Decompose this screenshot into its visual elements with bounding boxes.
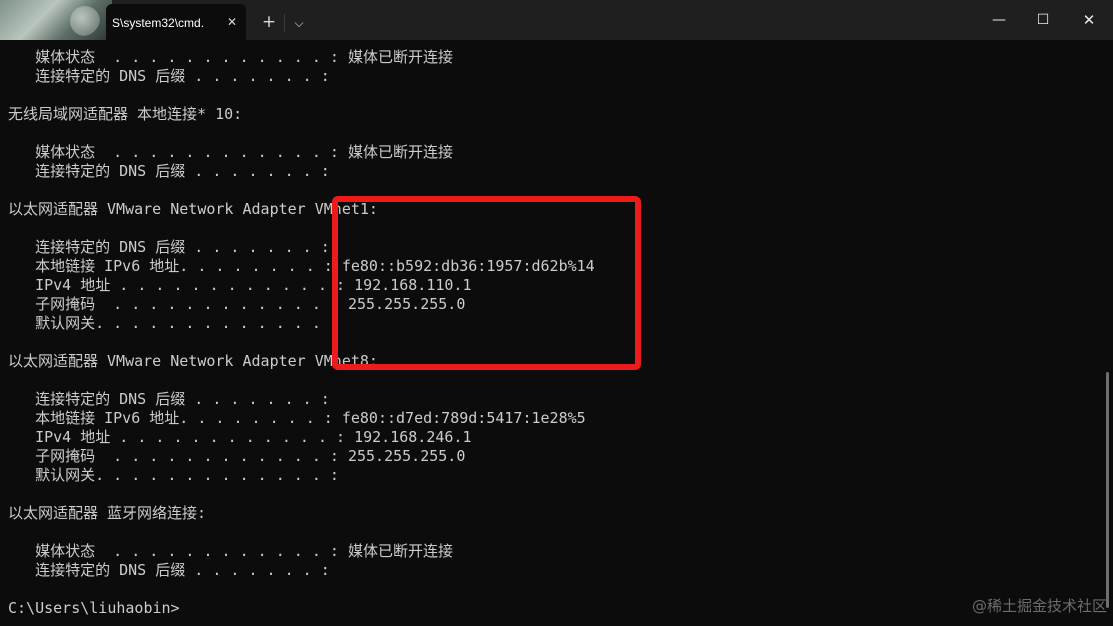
console-line: 本地链接 IPv6 地址. . . . . . . . : fe80::d7ed… [8,409,586,427]
tab-divider [284,14,285,32]
console-line: 媒体状态 . . . . . . . . . . . . : 媒体已断开连接 [8,542,453,560]
maximize-icon[interactable]: ☐ [1020,4,1066,36]
command-prompt: C:\Users\liuhaobin> [8,599,180,617]
scrollbar-thumb[interactable] [1106,372,1109,608]
console-line: 默认网关. . . . . . . . . . . . . : [8,314,339,332]
console-line: 以太网适配器 VMware Network Adapter VMnet8: [8,352,378,370]
tab-title: S\system32\cmd. [112,16,205,30]
console-line: 以太网适配器 VMware Network Adapter VMnet1: [8,200,378,218]
console-line: 连接特定的 DNS 后缀 . . . . . . . : [8,238,330,256]
console-line: 连接特定的 DNS 后缀 . . . . . . . : [8,162,330,180]
console-line: 默认网关. . . . . . . . . . . . . : [8,466,339,484]
new-tab-icon[interactable]: + [258,12,280,34]
close-tab-icon[interactable]: ✕ [224,14,240,30]
console-line: 连接特定的 DNS 后缀 . . . . . . . : [8,561,330,579]
console-line: IPv4 地址 . . . . . . . . . . . . : 192.16… [8,428,472,446]
console-line: 媒体状态 . . . . . . . . . . . . : 媒体已断开连接 [8,143,453,161]
console-line: 媒体状态 . . . . . . . . . . . . : 媒体已断开连接 [8,48,453,66]
minimize-icon[interactable]: — [976,4,1022,36]
close-window-icon[interactable]: ✕ [1066,4,1112,36]
window-thumbnail [0,0,112,43]
highlight-box [332,196,641,370]
console-line: 无线局域网适配器 本地连接* 10: [8,105,243,123]
console-line: 连接特定的 DNS 后缀 . . . . . . . : [8,390,330,408]
chevron-down-icon[interactable]: ⌵ [288,12,310,34]
console-line: 子网掩码 . . . . . . . . . . . . : 255.255.2… [8,447,466,465]
watermark: @稀土掘金技术社区 [971,597,1107,615]
console-line: 连接特定的 DNS 后缀 . . . . . . . : [8,67,330,85]
console-line: 以太网适配器 蓝牙网络连接: [8,504,207,522]
title-bar: S\system32\cmd. ✕ + ⌵ — ☐ ✕ [0,0,1113,43]
